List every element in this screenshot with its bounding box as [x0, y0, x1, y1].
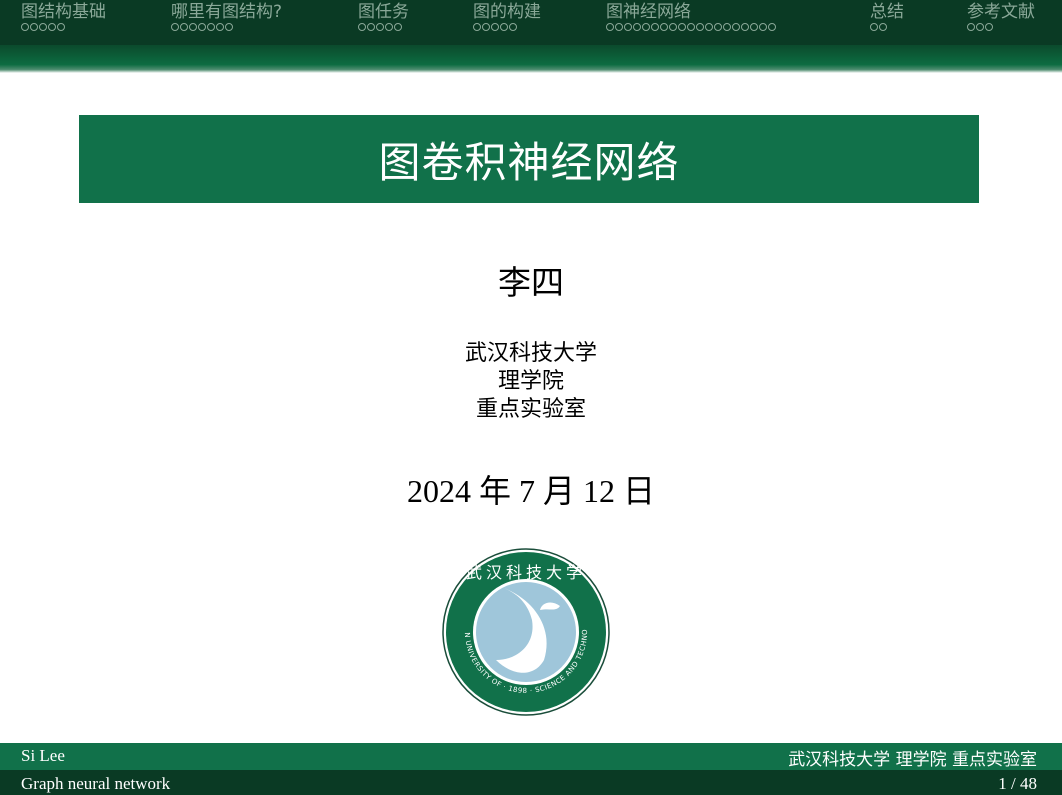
nav-section-label[interactable]: 图任务	[358, 1, 409, 23]
nav-slide-dots[interactable]	[870, 23, 904, 31]
nav-slide-dot[interactable]	[39, 23, 47, 31]
nav-slide-dot[interactable]	[394, 23, 402, 31]
institution-school: 理学院	[497, 369, 564, 394]
nav-slide-dot[interactable]	[759, 23, 767, 31]
nav-slide-dot[interactable]	[30, 23, 38, 31]
nav-slide-dot[interactable]	[976, 23, 984, 31]
nav-slide-dot[interactable]	[696, 23, 704, 31]
nav-slide-dot[interactable]	[705, 23, 713, 31]
nav-slide-dots[interactable]	[358, 23, 409, 31]
nav-section-label[interactable]: 哪里有图结构?	[171, 1, 282, 23]
nav-slide-dot[interactable]	[171, 23, 179, 31]
nav-slide-dot[interactable]	[642, 23, 650, 31]
nav-slide-dot[interactable]	[367, 23, 375, 31]
nav-slide-dot[interactable]	[21, 23, 29, 31]
nav-section-gnn[interactable]: 图神经网络	[606, 1, 777, 31]
nav-slide-dot[interactable]	[768, 23, 776, 31]
institution-lab: 重点实验室	[475, 397, 586, 422]
footer-short-title: Graph neural network	[21, 774, 171, 793]
nav-section-label[interactable]: 参考文献	[967, 1, 1035, 23]
author-name: 李四	[498, 263, 564, 302]
nav-section-label[interactable]: 图的构建	[473, 1, 541, 23]
nav-section-where-graphs[interactable]: 哪里有图结构?	[171, 1, 282, 31]
nav-slide-dot[interactable]	[723, 23, 731, 31]
nav-slide-dot[interactable]	[651, 23, 659, 31]
nav-slide-dot[interactable]	[624, 23, 632, 31]
footer-bottom-bar: Graph neural network 1 / 48	[0, 770, 1062, 795]
nav-slide-dot[interactable]	[376, 23, 384, 31]
title-banner: 图卷积神经网络	[79, 115, 979, 203]
nav-slide-dot[interactable]	[216, 23, 224, 31]
footer-author: Si Lee	[21, 746, 65, 765]
institution-block: 武汉科技大学 理学院 重点实验室	[0, 340, 1062, 424]
nav-section-label[interactable]: 图神经网络	[606, 1, 777, 23]
institution-university: 武汉科技大学	[464, 341, 597, 366]
nav-slide-dot[interactable]	[509, 23, 517, 31]
nav-slide-dots[interactable]	[171, 23, 282, 31]
nav-slide-dot[interactable]	[500, 23, 508, 31]
nav-section-label[interactable]: 总结	[870, 1, 904, 23]
nav-slide-dot[interactable]	[385, 23, 393, 31]
nav-slide-dot[interactable]	[57, 23, 65, 31]
presentation-date: 2024 年 7 月 12 日	[406, 473, 655, 509]
nav-slide-dot[interactable]	[180, 23, 188, 31]
nav-slide-dot[interactable]	[189, 23, 197, 31]
university-seal-logo: 武汉科技大学 WUHAN UNIVERSITY OF · 1898 · SCIE…	[442, 548, 610, 716]
nav-slide-dot[interactable]	[687, 23, 695, 31]
footer-institute: 武汉科技大学 理学院 重点实验室	[788, 750, 1037, 770]
footer-top-bar: Si Lee 武汉科技大学 理学院 重点实验室	[0, 743, 1062, 770]
nav-slide-dot[interactable]	[491, 23, 499, 31]
nav-slide-dot[interactable]	[358, 23, 366, 31]
nav-slide-dot[interactable]	[669, 23, 677, 31]
nav-section-summary[interactable]: 总结	[870, 1, 904, 31]
presentation-title: 图卷积神经网络	[378, 137, 680, 187]
nav-slide-dot[interactable]	[879, 23, 887, 31]
nav-slide-dot[interactable]	[741, 23, 749, 31]
nav-slide-dot[interactable]	[633, 23, 641, 31]
nav-slide-dot[interactable]	[985, 23, 993, 31]
nav-slide-dot[interactable]	[606, 23, 614, 31]
nav-section-references[interactable]: 参考文献	[967, 1, 1035, 31]
nav-section-label[interactable]: 图结构基础	[21, 1, 106, 23]
nav-slide-dot[interactable]	[967, 23, 975, 31]
nav-slide-dot[interactable]	[615, 23, 623, 31]
section-navigation-bar: 图结构基础 哪里有图结构? 图任务 图的构建 图神经网络 总结 参考文献	[0, 0, 1062, 45]
nav-slide-dots[interactable]	[473, 23, 541, 31]
nav-section-graph-tasks[interactable]: 图任务	[358, 1, 409, 31]
nav-slide-dot[interactable]	[198, 23, 206, 31]
nav-slide-dot[interactable]	[48, 23, 56, 31]
nav-slide-dot[interactable]	[870, 23, 878, 31]
nav-section-graph-construction[interactable]: 图的构建	[473, 1, 541, 31]
nav-slide-dot[interactable]	[207, 23, 215, 31]
nav-slide-dot[interactable]	[225, 23, 233, 31]
nav-slide-dot[interactable]	[678, 23, 686, 31]
nav-slide-dots[interactable]	[606, 23, 777, 31]
nav-slide-dots[interactable]	[967, 23, 1035, 31]
nav-section-graph-basics[interactable]: 图结构基础	[21, 1, 106, 31]
nav-slide-dot[interactable]	[750, 23, 758, 31]
footer-page-number: 1 / 48	[998, 774, 1037, 793]
nav-slide-dots[interactable]	[21, 23, 106, 31]
seal-chinese-text: 武汉科技大学	[466, 563, 586, 582]
nav-slide-dot[interactable]	[473, 23, 481, 31]
nav-slide-dot[interactable]	[660, 23, 668, 31]
header-gradient-band	[0, 45, 1062, 73]
nav-slide-dot[interactable]	[482, 23, 490, 31]
nav-slide-dot[interactable]	[714, 23, 722, 31]
nav-slide-dot[interactable]	[732, 23, 740, 31]
